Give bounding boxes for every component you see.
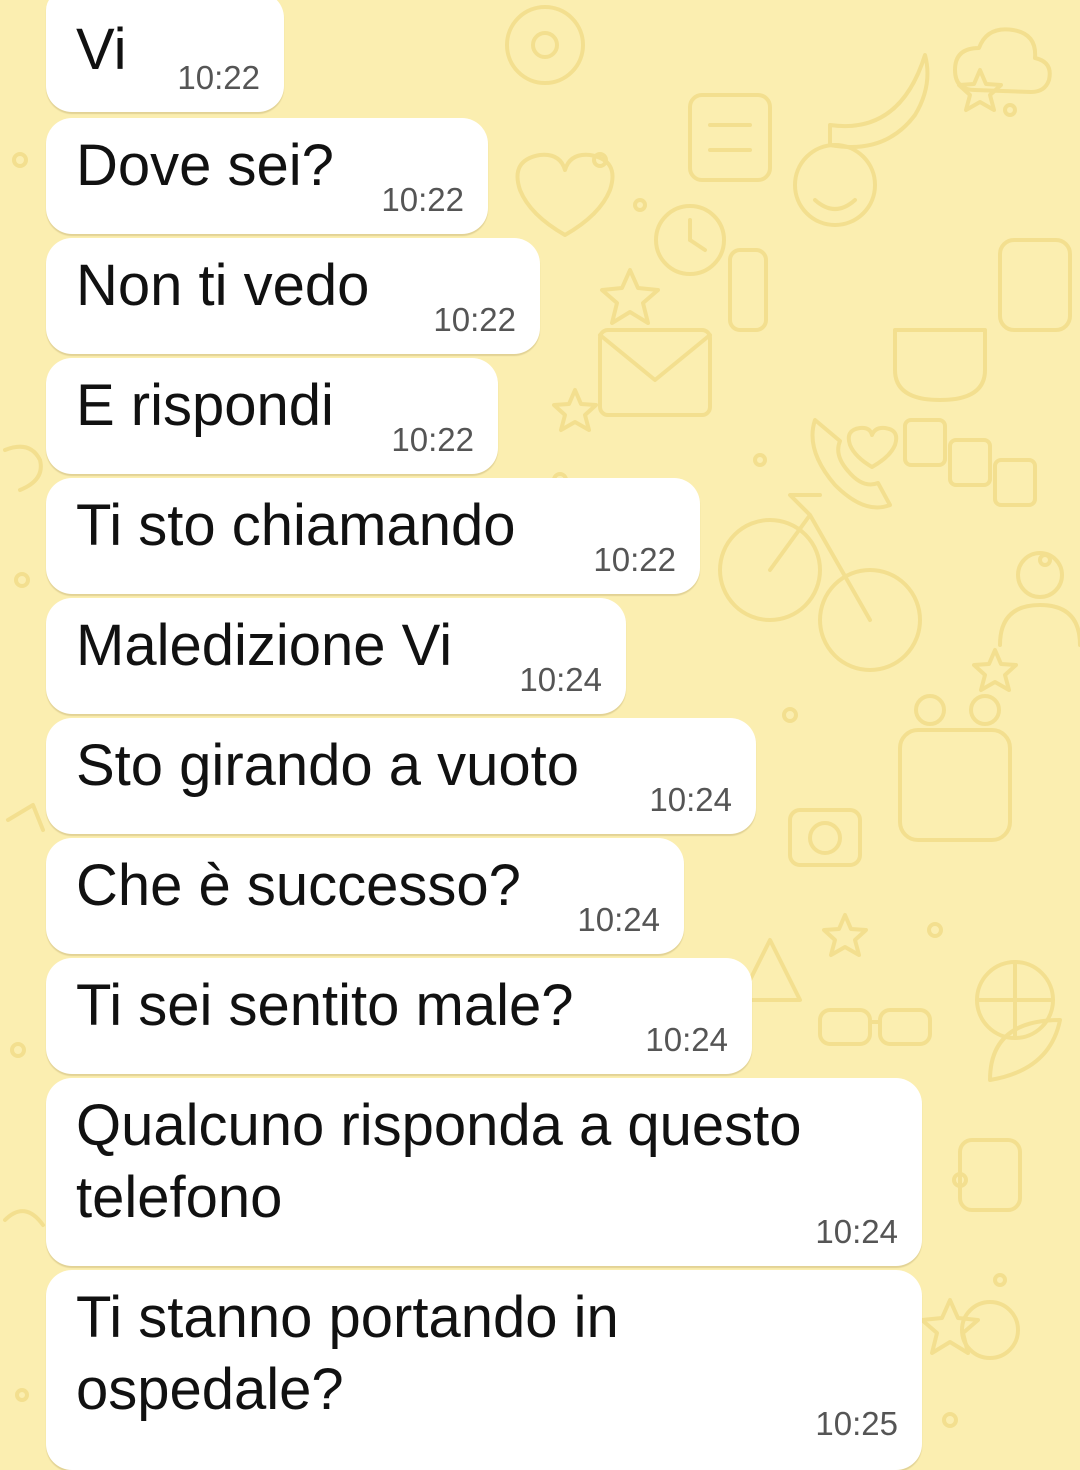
message-bubble[interactable]: E rispondi 10:22 bbox=[46, 358, 498, 474]
message-time: 10:22 bbox=[177, 59, 260, 96]
message-time: 10:22 bbox=[391, 421, 474, 458]
message-time: 10:22 bbox=[381, 181, 464, 218]
message-time: 10:24 bbox=[645, 1021, 728, 1058]
message-bubble[interactable]: Ti sto chiamando 10:22 bbox=[46, 478, 700, 594]
message-time: 10:24 bbox=[649, 781, 732, 818]
message-list[interactable]: Vi 10:22 Dove sei? 10:22 Non ti vedo 10:… bbox=[0, 0, 1080, 1470]
message-text: Maledizione Vi bbox=[76, 613, 453, 678]
message-bubble[interactable]: Vi 10:22 bbox=[46, 0, 284, 112]
message-text: Ti sei sentito male? bbox=[76, 973, 574, 1038]
message-text: Ti stanno portando in ospedale? bbox=[76, 1285, 619, 1422]
message-bubble[interactable]: Che è successo? 10:24 bbox=[46, 838, 684, 954]
message-bubble[interactable]: Sto girando a vuoto 10:24 bbox=[46, 718, 756, 834]
message-bubble[interactable]: Ti sei sentito male? 10:24 bbox=[46, 958, 752, 1074]
message-text: Dove sei? bbox=[76, 133, 334, 198]
message-time: 10:22 bbox=[593, 541, 676, 578]
message-text: Sto girando a vuoto bbox=[76, 733, 580, 798]
message-time: 10:24 bbox=[519, 661, 602, 698]
message-text: Vi bbox=[76, 17, 127, 82]
message-bubble[interactable]: Ti stanno portando in ospedale? 10:25 bbox=[46, 1270, 922, 1470]
message-time: 10:24 bbox=[577, 901, 660, 938]
message-bubble[interactable]: Qualcuno risponda a questo telefono 10:2… bbox=[46, 1078, 922, 1266]
message-text: E rispondi bbox=[76, 373, 334, 438]
message-text: Che è successo? bbox=[76, 853, 521, 918]
message-bubble[interactable]: Non ti vedo 10:22 bbox=[46, 238, 540, 354]
message-time: 10:25 bbox=[815, 1405, 898, 1442]
message-text: Ti sto chiamando bbox=[76, 493, 516, 558]
message-bubble[interactable]: Maledizione Vi 10:24 bbox=[46, 598, 626, 714]
message-text: Qualcuno risponda a questo telefono bbox=[76, 1093, 802, 1230]
message-bubble[interactable]: Dove sei? 10:22 bbox=[46, 118, 488, 234]
message-time: 10:24 bbox=[815, 1213, 898, 1250]
message-text: Non ti vedo bbox=[76, 253, 370, 318]
message-time: 10:22 bbox=[433, 301, 516, 338]
